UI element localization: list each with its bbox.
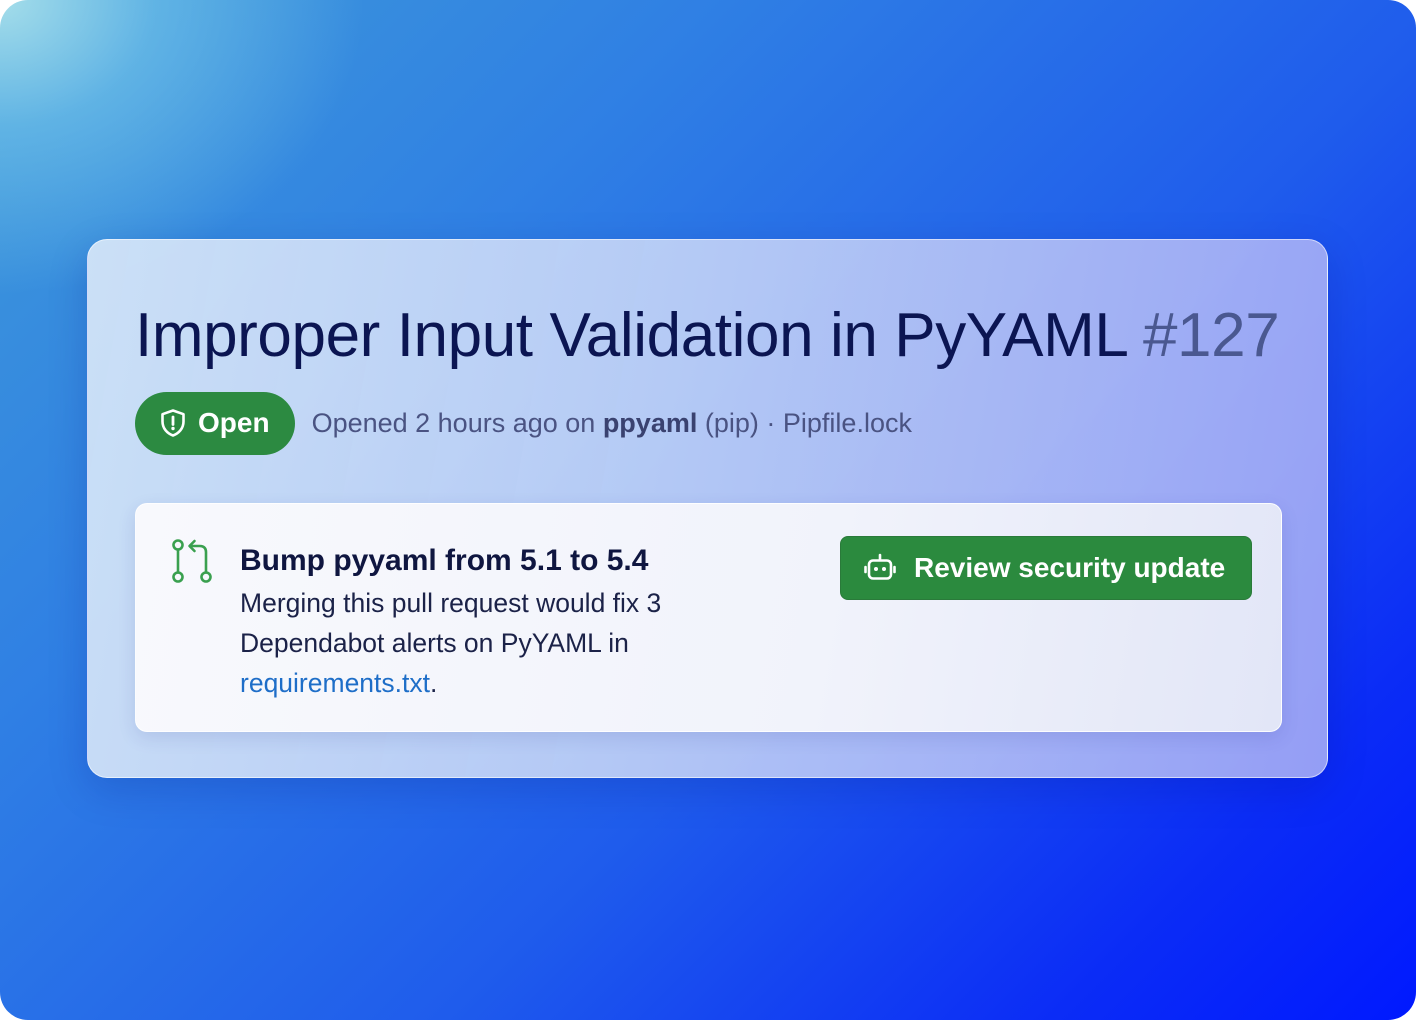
pull-request-title[interactable]: Bump pyyaml from 5.1 to 5.4: [240, 539, 760, 583]
alert-title: Improper Input Validation in PyYAML #127: [135, 298, 1280, 374]
alert-status-row: Open Opened 2 hours ago on ppyaml (pip) …: [135, 391, 912, 455]
ecosystem: (pip): [704, 407, 759, 438]
package-name[interactable]: ppyaml: [603, 408, 698, 438]
background: Improper Input Validation in PyYAML #127…: [0, 0, 1416, 1020]
pull-request-description: Merging this pull request would fix 3 De…: [240, 583, 760, 703]
status-label: Open: [198, 407, 270, 438]
git-pull-request-icon: [169, 538, 215, 589]
pull-request-text: Bump pyyaml from 5.1 to 5.4 Merging this…: [240, 539, 760, 703]
manifest-file: Pipfile.lock: [782, 407, 912, 438]
review-security-update-button[interactable]: Review security update: [840, 536, 1252, 600]
meta-separator: ·: [766, 407, 776, 438]
description-text: Merging this pull request would fix 3 De…: [240, 588, 662, 658]
status-badge: Open: [135, 391, 295, 455]
review-button-label: Review security update: [914, 552, 1226, 583]
requirements-link[interactable]: requirements.txt: [240, 668, 430, 698]
description-trailing: .: [430, 668, 438, 698]
opened-text: Opened 2 hours ago on: [311, 407, 596, 438]
security-alert-card: Improper Input Validation in PyYAML #127…: [87, 239, 1328, 778]
alert-title-text: Improper Input Validation in PyYAML: [135, 301, 1127, 370]
alert-meta: Opened 2 hours ago on ppyaml (pip) · Pip…: [312, 408, 912, 439]
copilot-bot-icon: [864, 552, 896, 584]
alert-number: #127: [1142, 301, 1280, 370]
shield-icon: [159, 408, 187, 438]
pull-request-panel: Bump pyyaml from 5.1 to 5.4 Merging this…: [135, 503, 1282, 732]
